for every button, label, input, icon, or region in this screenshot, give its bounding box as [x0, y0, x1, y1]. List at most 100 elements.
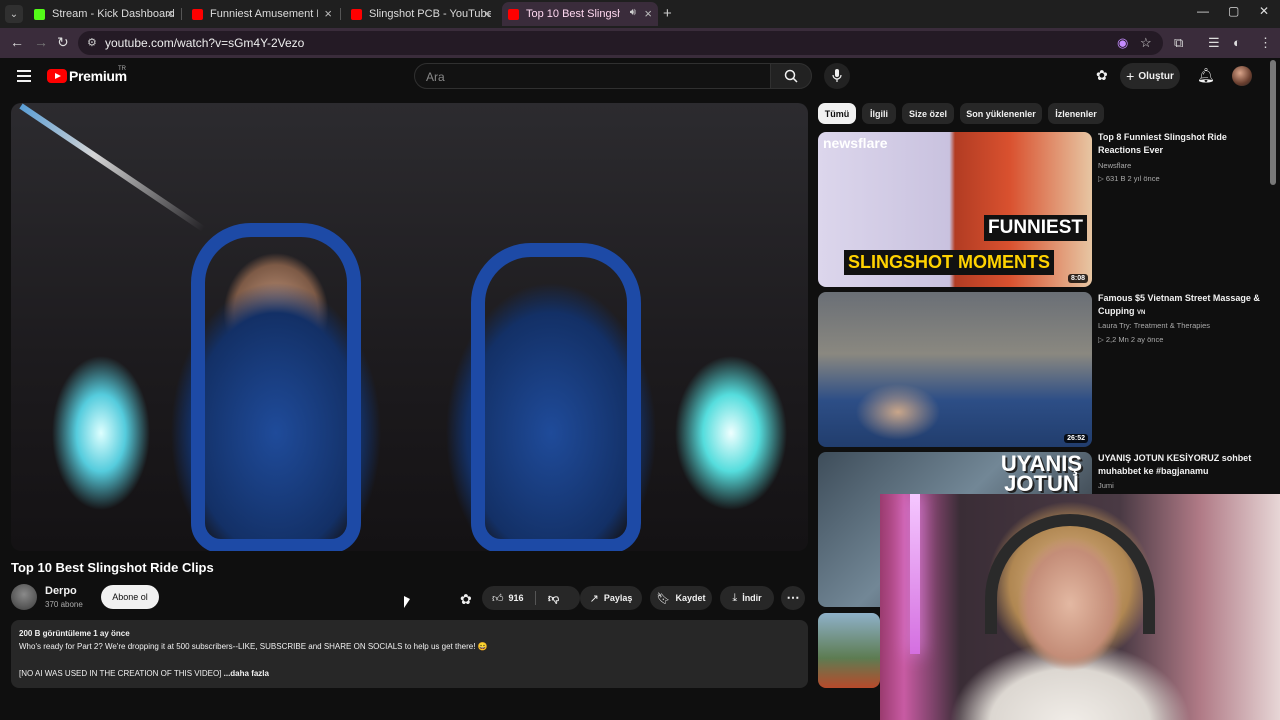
search-placeholder: Ara: [426, 70, 445, 84]
address-bar[interactable]: ⚙︎ youtube.com/watch?v=sGm4Y-2Vezo ◉ ☆: [78, 31, 1163, 55]
recommendation-thumbnail[interactable]: 26:52: [818, 292, 1092, 447]
search-button[interactable]: [770, 63, 812, 89]
description-box[interactable]: 200 B görüntüleme 1 ay önce Who's ready …: [11, 620, 808, 688]
create-button[interactable]: + Oluştur: [1120, 63, 1180, 89]
download-icon: ⤓: [732, 591, 738, 604]
back-icon[interactable]: ←: [10, 34, 24, 50]
bookmark-star-icon[interactable]: ☆: [1140, 35, 1152, 51]
chevron-down-icon: ⌄: [9, 8, 19, 20]
recommendation-title[interactable]: UYANIŞ JOTUN KESİYORUZ sohbet muhabbet k…: [1098, 452, 1268, 478]
tab-label: Stream - Kick Dashboard: [52, 8, 174, 20]
search-input[interactable]: Ara: [414, 63, 771, 89]
share-button[interactable]: ↗ Paylaş: [580, 586, 642, 610]
youtube-favicon-icon: [351, 8, 362, 20]
chip-related[interactable]: İlgili: [862, 103, 896, 124]
more-actions-button[interactable]: ⋯: [781, 586, 805, 610]
description-disclaimer: [NO AI WAS USED IN THE CREATION OF THIS …: [19, 669, 224, 678]
tab-label: Funniest Amusement Park Fails: [210, 8, 318, 20]
chip-for-you[interactable]: Size özel: [902, 103, 954, 124]
tab-amusement-park-fails[interactable]: Funniest Amusement Park Fails ×: [186, 2, 338, 26]
tab-top-10-slingshot[interactable]: Top 10 Best Slingshot Ride 🔊︎ ×: [502, 2, 658, 26]
extension-puzzle-icon[interactable]: ✿: [1096, 67, 1108, 84]
profile-icon[interactable]: ◐: [1233, 35, 1241, 50]
notifications-bell-icon[interactable]: 🔔︎: [1197, 67, 1215, 84]
account-avatar[interactable]: [1232, 66, 1252, 86]
share-icon: ↗: [589, 592, 599, 605]
new-tab-button[interactable]: +: [663, 5, 672, 22]
recommendation-title[interactable]: Top 8 Funniest Slingshot Ride Reactions …: [1098, 131, 1268, 157]
thumbs-up-icon[interactable]: 👍︎: [492, 592, 504, 605]
recommendation-title-text: Famous $5 Vietnam Street Massage & Cuppi…: [1098, 293, 1260, 316]
close-icon[interactable]: ×: [483, 6, 491, 21]
tab-slingshot-pcb[interactable]: Slingshot PCB - YouTube ×: [345, 2, 497, 26]
close-icon[interactable]: ×: [324, 6, 332, 21]
bookmark-icon: 🔖︎: [656, 592, 671, 605]
reload-icon[interactable]: ↻: [57, 34, 69, 51]
more-vert-icon[interactable]: ⋮: [1259, 35, 1272, 51]
show-more-link[interactable]: ...daha fazla: [224, 669, 269, 678]
kick-favicon-icon: [34, 8, 45, 20]
tab-separator: [340, 8, 341, 20]
recommendation-thumbnail[interactable]: newsflare FUNNIEST SLINGSHOT MOMENTS 8:0…: [818, 132, 1092, 287]
download-label: İndir: [742, 593, 762, 603]
save-label: Kaydet: [675, 593, 706, 603]
close-icon[interactable]: ×: [644, 6, 652, 21]
subscribe-button[interactable]: Abone ol: [101, 585, 159, 609]
chip-all[interactable]: Tümü: [818, 103, 856, 124]
description-text: Who's ready for Part 2? We're dropping i…: [19, 642, 488, 651]
site-info-icon[interactable]: ⚙︎: [87, 36, 97, 49]
save-button[interactable]: 🔖︎ Kaydet: [650, 586, 712, 610]
reading-list-icon[interactable]: ☰: [1208, 35, 1220, 51]
recommendation-meta: ▷ 2,2 Mn 2 ay önce: [1098, 335, 1164, 344]
youtube-favicon-icon: [508, 8, 519, 20]
google-lens-icon[interactable]: ◉: [1117, 35, 1128, 51]
voice-search-button[interactable]: [824, 63, 850, 89]
restore-icon[interactable]: ▢: [1228, 4, 1239, 18]
chip-recently-uploaded[interactable]: Son yüklenenler: [960, 103, 1042, 124]
page-scrollbar[interactable]: [1270, 60, 1276, 185]
video-title: Top 10 Best Slingshot Ride Clips: [11, 560, 214, 575]
like-dislike-group: 👍︎ 916 👎︎: [482, 586, 580, 610]
recommendation-title[interactable]: Famous $5 Vietnam Street Massage & Cuppi…: [1098, 292, 1268, 320]
thumbnail-text: FUNNIEST: [984, 215, 1087, 241]
close-icon[interactable]: ×: [166, 6, 174, 21]
recommendation-thumbnail[interactable]: [818, 613, 880, 688]
tab-search-button[interactable]: ⌄: [5, 5, 23, 23]
subscriber-count: 370 abone: [45, 600, 83, 609]
recommendation-channel[interactable]: Laura Try: Treatment & Therapies: [1098, 321, 1210, 330]
thumbs-down-icon[interactable]: 👎︎: [548, 592, 559, 605]
extension-puzzle-icon[interactable]: ✿: [460, 591, 472, 608]
speaker-icon[interactable]: 🔊︎: [630, 7, 636, 18]
like-count[interactable]: 916: [509, 593, 524, 603]
minimize-icon[interactable]: —: [1197, 4, 1209, 18]
youtube-header: Premium TR Ara ✿ + Oluştur 🔔︎: [0, 58, 1280, 98]
search-icon: [784, 69, 798, 83]
chip-watched[interactable]: İzlenenler: [1048, 103, 1104, 124]
extensions-icon[interactable]: ⧉: [1174, 35, 1183, 51]
video-frame-seat: [191, 223, 361, 551]
recommendation-channel[interactable]: Jumi: [1098, 481, 1114, 490]
thumbnail-brand-text: newsflare: [823, 135, 888, 151]
webcam-overlay: [880, 494, 1280, 720]
language-badge: VN: [1137, 310, 1146, 316]
forward-icon[interactable]: →: [34, 34, 48, 50]
video-player[interactable]: [11, 103, 808, 551]
channel-avatar[interactable]: [11, 584, 37, 610]
like-divider: [535, 591, 536, 605]
microphone-icon: [832, 69, 842, 82]
download-button[interactable]: ⤓ İndir: [720, 586, 774, 610]
views-and-date: 200 B görüntüleme 1 ay önce: [19, 629, 130, 638]
tab-label: Top 10 Best Slingshot Ride: [526, 8, 620, 20]
headset: [985, 514, 1155, 634]
tab-kick-dashboard[interactable]: Stream - Kick Dashboard ×: [28, 2, 180, 26]
close-window-icon[interactable]: ✕: [1259, 4, 1269, 18]
thumbnail-text: SLINGSHOT MOMENTS: [844, 250, 1054, 275]
thumbnail-text: UYANIŞ JOTUN: [1001, 453, 1082, 495]
channel-name[interactable]: Derpo: [45, 585, 77, 597]
menu-icon[interactable]: [17, 70, 31, 82]
url-text[interactable]: youtube.com/watch?v=sGm4Y-2Vezo: [105, 36, 304, 50]
recommendation-channel[interactable]: Newsflare: [1098, 161, 1131, 170]
video-duration: 26:52: [1064, 434, 1088, 443]
mouse-cursor: [404, 596, 410, 608]
youtube-logo-icon[interactable]: [47, 69, 67, 83]
